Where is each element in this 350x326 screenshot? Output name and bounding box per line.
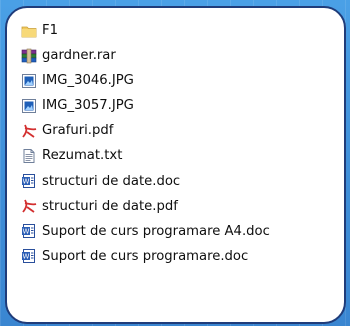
file-item-grafuri-pdf[interactable]: Grafuri.pdf [21, 118, 338, 143]
file-name: Suport de curs programare A4.doc [42, 223, 270, 239]
file-list-panel: F1 gardner.rar IMG_3046.JPG IMG_3057.JPG… [5, 6, 346, 324]
word-doc-icon: W [21, 223, 37, 239]
text-file-icon [21, 148, 37, 164]
image-file-icon [21, 98, 37, 114]
word-doc-icon: W [21, 173, 37, 189]
file-name: Rezumat.txt [42, 148, 123, 164]
folder-icon [21, 23, 37, 39]
pdf-file-icon [21, 198, 37, 214]
file-name: F1 [42, 22, 58, 38]
word-doc-icon: W [21, 248, 37, 264]
file-name: Grafuri.pdf [42, 123, 114, 139]
file-item-suport-doc[interactable]: W Suport de curs programare.doc [21, 244, 338, 269]
file-item-img-3057[interactable]: IMG_3057.JPG [21, 93, 338, 118]
rar-archive-icon [21, 48, 37, 64]
pdf-file-icon [21, 123, 37, 139]
file-item-suport-a4-doc[interactable]: W Suport de curs programare A4.doc [21, 219, 338, 244]
file-list: F1 gardner.rar IMG_3046.JPG IMG_3057.JPG… [21, 18, 338, 269]
file-item-structuri-pdf[interactable]: structuri de date.pdf [21, 194, 338, 219]
file-item-img-3046[interactable]: IMG_3046.JPG [21, 68, 338, 93]
file-item-structuri-doc[interactable]: W structuri de date.doc [21, 169, 338, 194]
file-item-gardner-rar[interactable]: gardner.rar [21, 43, 338, 68]
file-item-f1[interactable]: F1 [21, 18, 338, 43]
file-item-rezumat-txt[interactable]: Rezumat.txt [21, 143, 338, 168]
file-name: structuri de date.pdf [42, 198, 178, 214]
file-name: structuri de date.doc [42, 173, 181, 189]
file-name: IMG_3057.JPG [42, 98, 134, 114]
file-name: gardner.rar [42, 48, 116, 64]
svg-text:W: W [23, 228, 30, 236]
file-name: IMG_3046.JPG [42, 73, 134, 89]
file-name: Suport de curs programare.doc [42, 248, 249, 264]
svg-text:W: W [23, 178, 30, 186]
svg-text:W: W [23, 253, 30, 261]
image-file-icon [21, 73, 37, 89]
